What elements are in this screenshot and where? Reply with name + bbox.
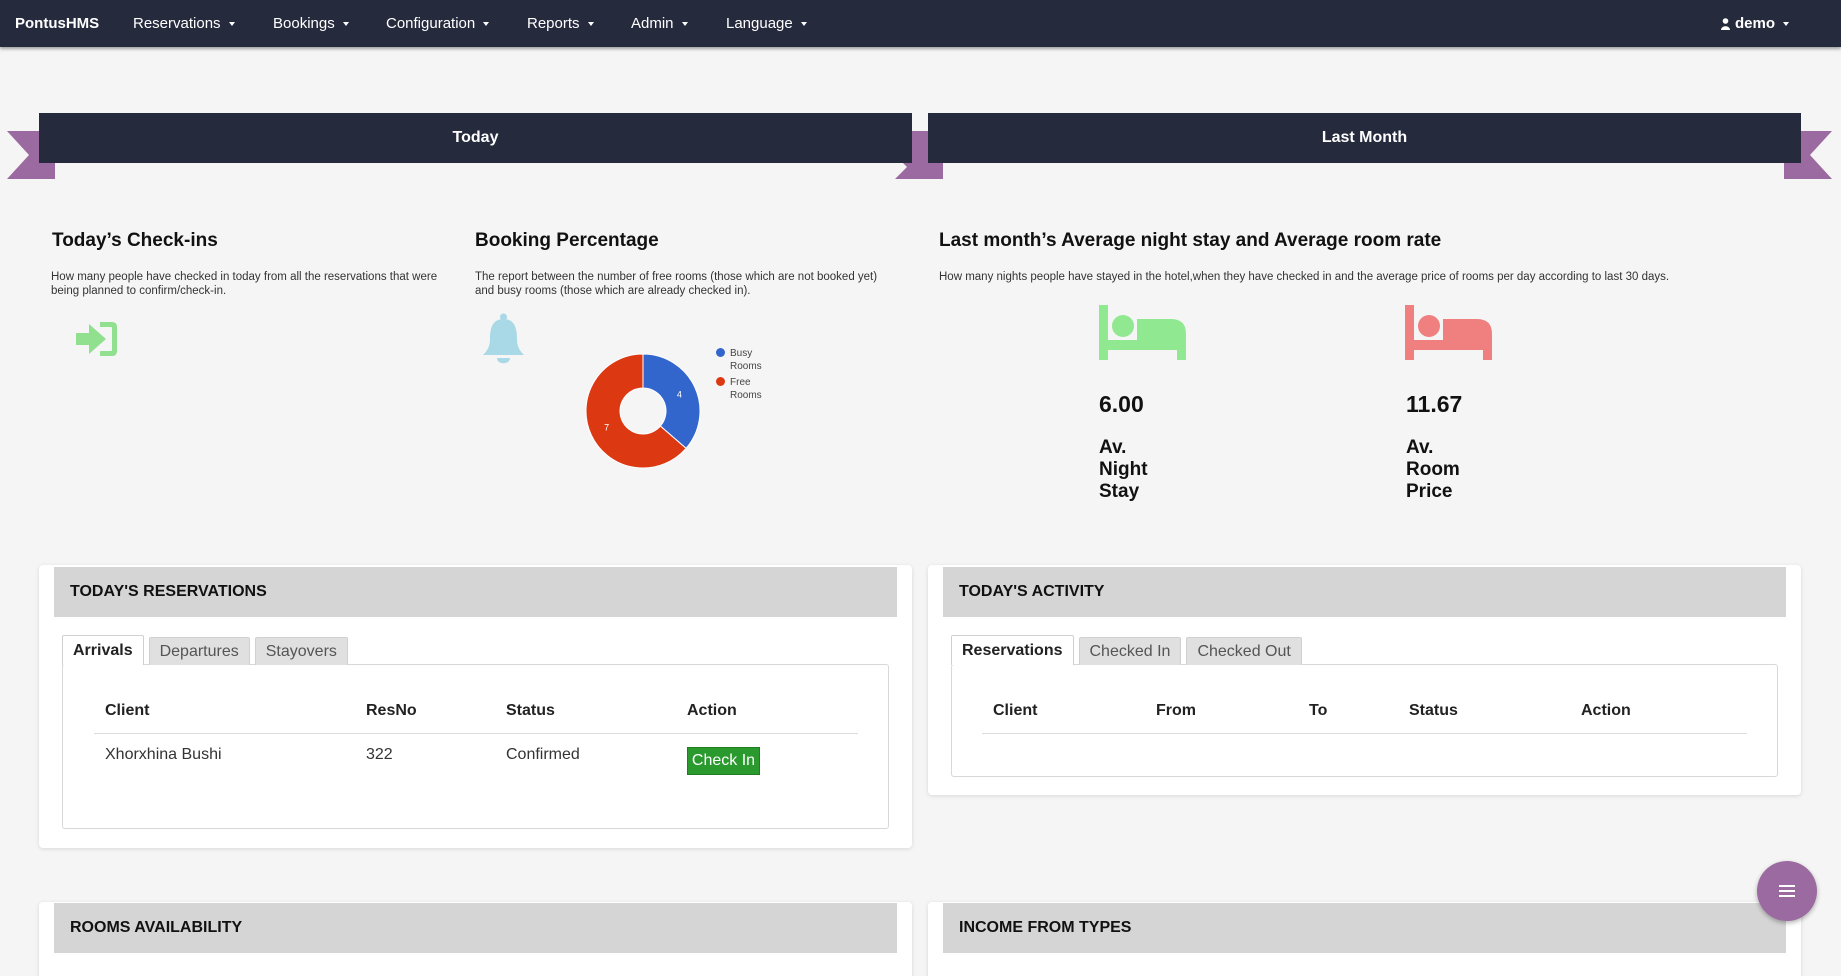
caret-down-icon <box>342 21 349 26</box>
caret-down-icon <box>800 21 807 26</box>
activity-card-header: TODAY'S ACTIVITY <box>943 567 1786 617</box>
booking-desc-line1: The report between the number of free ro… <box>475 271 878 283</box>
tab-arrivals[interactable]: Arrivals <box>62 635 144 665</box>
nav-reservations[interactable]: Reservations <box>133 15 235 32</box>
table-header-divider <box>982 733 1747 734</box>
table-header-divider <box>94 733 858 734</box>
last-month-desc: How many nights people have stayed in th… <box>939 271 1670 283</box>
reservations-card-header: TODAY'S RESERVATIONS <box>54 567 897 617</box>
col-status: Status <box>1409 702 1458 719</box>
avg-room-price-value: 11.67 <box>1406 391 1463 417</box>
checkins-title: Today’s Check-ins <box>52 230 218 251</box>
checkins-desc-line1: How many people have checked in today fr… <box>51 271 438 283</box>
col-status: Status <box>506 702 555 719</box>
tab-checked-in[interactable]: Checked In <box>1078 637 1182 665</box>
donut-slice-label: 7 <box>604 423 609 433</box>
checkins-desc-line2: being planned to confirm/check-in. <box>51 285 227 297</box>
caret-down-icon <box>587 21 594 26</box>
legend-busy-label: Busy Rooms <box>730 348 762 372</box>
row-client: Xhorxhina Bushi <box>105 746 222 763</box>
activity-tabs: Reservations Checked In Checked Out <box>951 635 1307 665</box>
nav-admin[interactable]: Admin <box>631 15 688 32</box>
avg-night-stay-value: 6.00 <box>1099 391 1144 417</box>
nav-configuration[interactable]: Configuration <box>386 15 490 32</box>
tab-reservations[interactable]: Reservations <box>951 635 1074 665</box>
caret-down-icon <box>1783 21 1789 26</box>
nav-bookings[interactable]: Bookings <box>273 15 349 32</box>
tab-checked-out[interactable]: Checked Out <box>1186 637 1302 665</box>
avg-room-price-label: Av. Room Price <box>1406 437 1460 502</box>
donut-slice-label: 4 <box>677 389 682 399</box>
brand-logo[interactable]: PontusHMS <box>0 15 133 32</box>
reservations-tabs: Arrivals Departures Stayovers <box>62 635 353 665</box>
bed-icon <box>1405 305 1492 360</box>
row-status: Confirmed <box>506 746 580 763</box>
legend-free-swatch <box>716 377 725 386</box>
last-month-title: Last month’s Average night stay and Aver… <box>939 230 1442 251</box>
col-resno: ResNo <box>366 702 417 719</box>
booking-donut-chart: 47 <box>585 353 701 469</box>
check-in-button[interactable]: Check In <box>687 747 760 775</box>
caret-down-icon <box>483 21 490 26</box>
bell-icon <box>483 313 524 364</box>
rooms-availability-header: ROOMS AVAILABILITY <box>54 903 897 953</box>
col-client: Client <box>993 702 1038 719</box>
top-navbar: PontusHMS Reservations Bookings Configur… <box>0 0 1841 47</box>
sign-in-icon <box>76 322 117 356</box>
legend-busy-swatch <box>716 348 725 357</box>
row-resno: 322 <box>366 746 393 763</box>
avg-night-stay-label: Av. Night Stay <box>1099 437 1148 502</box>
activity-tab-panel <box>951 664 1778 777</box>
ribbon-today: Today <box>39 113 912 163</box>
nav-language[interactable]: Language <box>726 15 807 32</box>
legend-free-label: Free Rooms <box>730 377 762 401</box>
nav-reports[interactable]: Reports <box>527 15 594 32</box>
col-action: Action <box>1581 702 1631 719</box>
booking-title: Booking Percentage <box>475 230 659 251</box>
booking-desc-line2: and busy rooms (those which are already … <box>475 285 751 297</box>
col-action: Action <box>687 702 737 719</box>
user-menu[interactable]: demo <box>1720 0 1789 47</box>
col-to: To <box>1309 702 1328 719</box>
tab-departures[interactable]: Departures <box>148 637 250 665</box>
caret-down-icon <box>228 21 235 26</box>
caret-down-icon <box>681 21 688 26</box>
ribbon-last-month: Last Month <box>928 113 1801 163</box>
col-client: Client <box>105 702 150 719</box>
col-from: From <box>1156 702 1196 719</box>
floating-menu-button[interactable] <box>1757 861 1817 921</box>
income-types-header: INCOME FROM TYPES <box>943 903 1786 953</box>
bed-icon <box>1099 305 1186 360</box>
user-icon <box>1720 17 1730 30</box>
tab-stayovers[interactable]: Stayovers <box>254 637 348 665</box>
menu-icon <box>1779 885 1795 897</box>
